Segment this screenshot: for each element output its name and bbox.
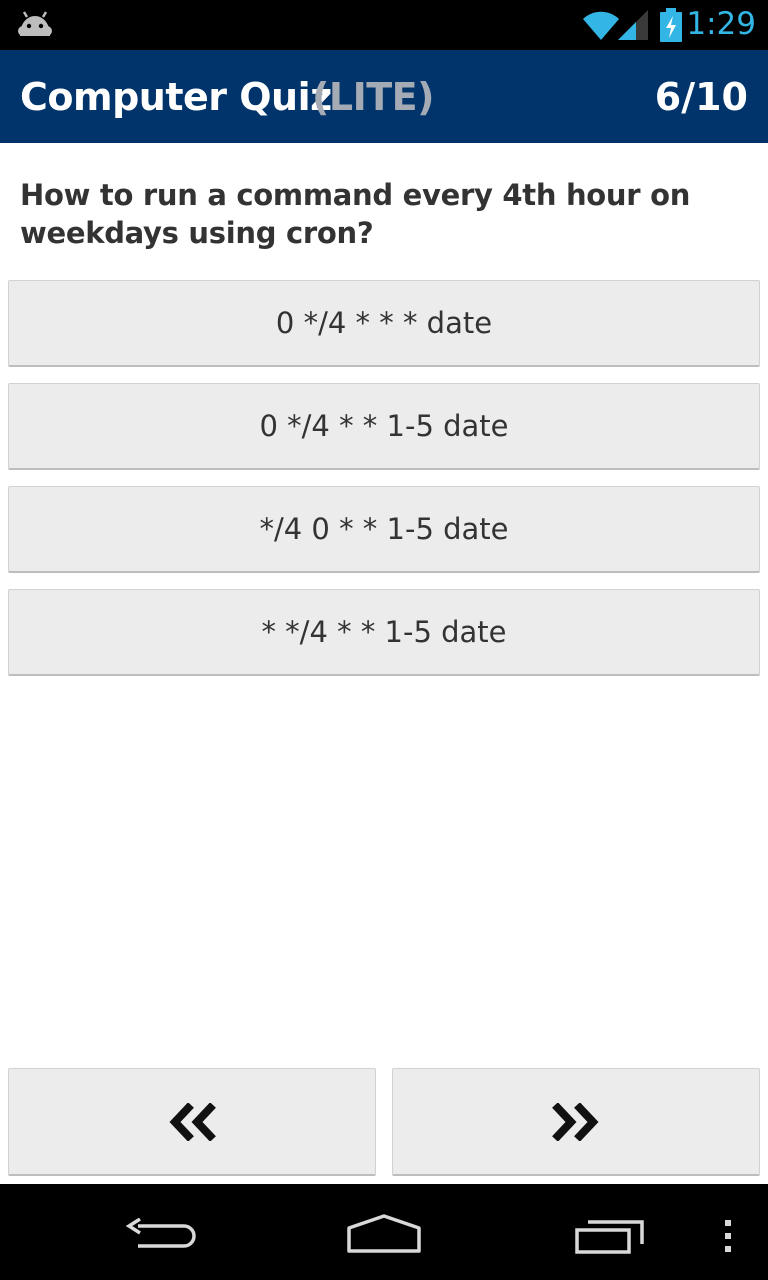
answer-button-4[interactable]: * */4 * * 1-5 date [8, 589, 760, 676]
question-progress: 6/10 [654, 75, 748, 119]
answer-button-3[interactable]: */4 0 * * 1-5 date [8, 486, 760, 573]
app-title: Computer Quiz [20, 75, 332, 119]
system-navigation-bar [0, 1184, 768, 1280]
double-chevron-right-icon [552, 1102, 599, 1141]
overflow-menu-icon[interactable] [722, 1220, 734, 1252]
status-clock: 1:29 [686, 6, 756, 42]
double-chevron-left-icon [169, 1102, 216, 1141]
next-question-button[interactable] [392, 1068, 760, 1176]
status-bar: 1:29 [0, 0, 768, 50]
android-icon [18, 11, 52, 36]
signal-icon [618, 10, 648, 40]
lite-badge: (LITE) [312, 75, 434, 119]
recent-apps-icon[interactable] [574, 1218, 646, 1254]
previous-question-button[interactable] [8, 1068, 376, 1176]
answer-button-2[interactable]: 0 */4 * * 1-5 date [8, 383, 760, 470]
battery-charging-icon [660, 8, 682, 42]
answer-button-1[interactable]: 0 */4 * * * date [8, 280, 760, 367]
wifi-icon [583, 11, 619, 40]
home-icon[interactable] [346, 1214, 422, 1254]
back-icon[interactable] [124, 1218, 196, 1254]
question-text: How to run a command every 4th hour on w… [20, 178, 691, 250]
app-header: Computer Quiz (LITE) 6/10 [0, 50, 768, 143]
